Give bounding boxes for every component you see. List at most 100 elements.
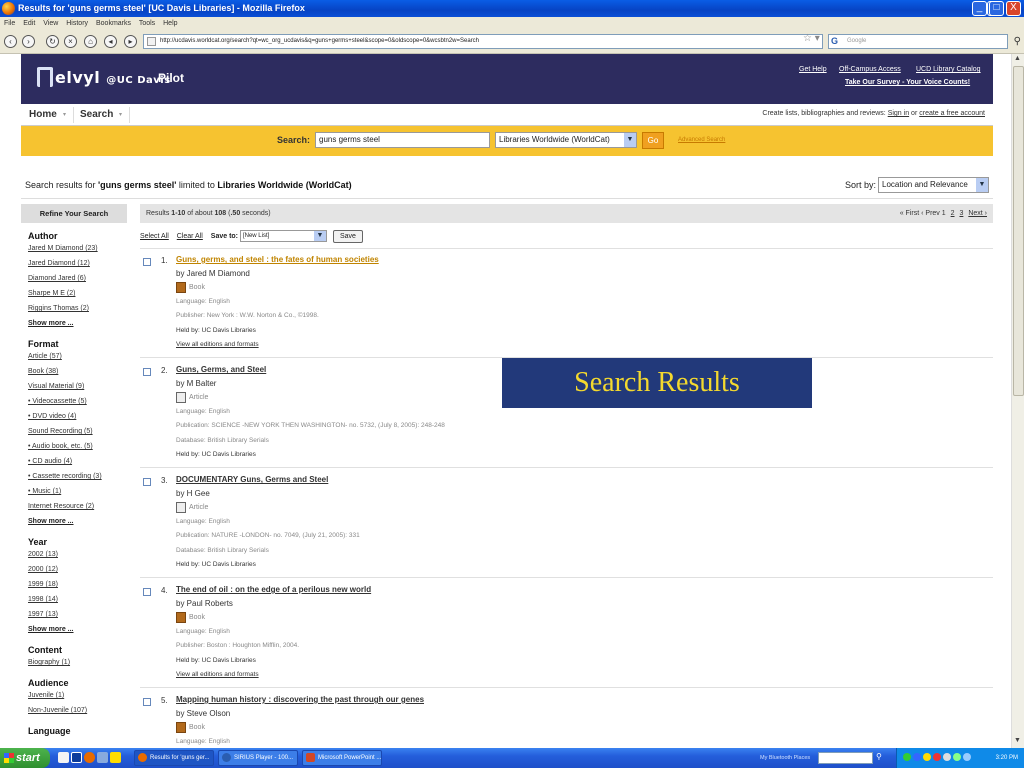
show-more-link[interactable]: Show more ... xyxy=(28,320,74,327)
result-title-link[interactable]: Guns, Germs, and Steel xyxy=(176,365,266,374)
pager-prev[interactable]: ‹ Prev xyxy=(921,210,940,217)
back-icon[interactable]: ‹ xyxy=(4,35,17,48)
result-checkbox[interactable] xyxy=(143,588,151,596)
search-input[interactable]: guns germs steel xyxy=(315,132,490,148)
pager-page-3[interactable]: 3 xyxy=(959,210,963,217)
facet-item[interactable]: 1997 (13) xyxy=(28,611,58,618)
show-more-link[interactable]: Show more ... xyxy=(28,518,74,525)
result-title-link[interactable]: Mapping human history : discovering the … xyxy=(176,695,424,704)
result-title-link[interactable]: Guns, germs, and steel : the fates of hu… xyxy=(176,255,379,264)
maximize-button[interactable]: □ xyxy=(989,1,1004,16)
menu-file[interactable]: File xyxy=(4,20,15,27)
off-campus-access-link[interactable]: Off-Campus Access xyxy=(839,66,901,73)
facet-item[interactable]: • DVD video (4) xyxy=(28,413,76,420)
facet-item[interactable]: 2000 (12) xyxy=(28,566,58,573)
menu-edit[interactable]: Edit xyxy=(23,20,35,27)
result-checkbox[interactable] xyxy=(143,258,151,266)
search-magnifier-icon[interactable]: ⚲ xyxy=(1014,35,1021,48)
get-help-link[interactable]: Get Help xyxy=(799,66,827,73)
reload-icon[interactable]: ↻ xyxy=(46,35,59,48)
clear-all-link[interactable]: Clear All xyxy=(177,233,203,240)
facet-item[interactable]: Sound Recording (5) xyxy=(28,428,93,435)
save-list-select[interactable]: [New List] ▼ xyxy=(239,230,327,243)
web-search-box[interactable]: G Google ⚲ xyxy=(828,34,1021,49)
menu-view[interactable]: View xyxy=(43,20,58,27)
facet-item[interactable]: Jared M Diamond (23) xyxy=(28,245,98,252)
facet-item[interactable]: Non-Juvenile (107) xyxy=(28,707,87,714)
result-checkbox[interactable] xyxy=(143,478,151,486)
facet-item[interactable]: Internet Resource (2) xyxy=(28,503,94,510)
app-icon[interactable] xyxy=(110,752,121,763)
taskbar-sirius-window[interactable]: SIRIUS Player - 100... xyxy=(218,750,298,766)
pager-next[interactable]: Next › xyxy=(968,210,987,217)
home-icon[interactable]: ⌂ xyxy=(84,35,97,48)
tray-icon[interactable] xyxy=(953,753,961,761)
history-forward-icon[interactable]: ▸ xyxy=(124,35,137,48)
select-all-link[interactable]: Select All xyxy=(140,233,169,240)
chevron-down-icon[interactable]: ▾ xyxy=(119,111,122,118)
scroll-down-icon[interactable]: ▼ xyxy=(1014,737,1021,744)
view-all-editions-link[interactable]: View all editions and formats xyxy=(176,671,259,678)
pager-page-2[interactable]: 2 xyxy=(951,210,955,217)
scope-select[interactable]: Libraries Worldwide (WorldCat) ▼ xyxy=(495,132,637,148)
facet-item[interactable]: 1998 (14) xyxy=(28,596,58,603)
tray-icon[interactable] xyxy=(943,753,951,761)
facet-item[interactable]: Visual Material (9) xyxy=(28,383,84,390)
start-button[interactable]: start xyxy=(0,748,50,768)
taskbar-search-box[interactable] xyxy=(818,752,873,764)
facet-item[interactable]: Diamond Jared (6) xyxy=(28,275,86,282)
tab-search[interactable]: Search xyxy=(80,109,113,120)
close-button[interactable]: X xyxy=(1006,1,1021,16)
survey-link[interactable]: Take Our Survey - Your Voice Counts! xyxy=(845,79,970,86)
scroll-up-icon[interactable]: ▲ xyxy=(1014,55,1021,62)
save-button[interactable]: Save xyxy=(332,230,363,243)
minimize-button-2[interactable]: _ xyxy=(972,1,987,16)
sort-select[interactable]: Location and Relevance ▼ xyxy=(878,177,989,193)
facet-item[interactable]: 2002 (13) xyxy=(28,551,58,558)
view-all-editions-link[interactable]: View all editions and formats xyxy=(176,341,259,348)
page-scrollbar[interactable]: ▲ ▼ xyxy=(1011,54,1024,748)
menu-history[interactable]: History xyxy=(66,20,88,27)
result-title-link[interactable]: The end of oil : on the edge of a perilo… xyxy=(176,585,371,594)
facet-item[interactable]: • Music (1) xyxy=(28,488,61,495)
history-back-icon[interactable]: ◂ xyxy=(104,35,117,48)
chevron-down-icon[interactable]: ▼ xyxy=(624,133,636,147)
facet-item[interactable]: • Videocassette (5) xyxy=(28,398,87,405)
facet-item[interactable]: • Audio book, etc. (5) xyxy=(28,443,93,450)
forward-icon[interactable]: › xyxy=(22,35,35,48)
tray-icon[interactable] xyxy=(923,753,931,761)
go-button[interactable]: Go xyxy=(642,132,664,149)
chevron-down-icon[interactable]: ▼ xyxy=(313,231,326,242)
facet-item[interactable]: Sharpe M E (2) xyxy=(28,290,75,297)
facet-item[interactable]: • CD audio (4) xyxy=(28,458,72,465)
ucd-library-catalog-link[interactable]: UCD Library Catalog xyxy=(916,66,981,73)
facet-item[interactable]: 1999 (18) xyxy=(28,581,58,588)
result-checkbox[interactable] xyxy=(143,698,151,706)
tab-home[interactable]: Home xyxy=(29,109,57,120)
stop-icon[interactable]: × xyxy=(64,35,77,48)
pager-first[interactable]: « First xyxy=(900,210,919,217)
create-account-link[interactable]: create a free account xyxy=(919,110,985,117)
result-checkbox[interactable] xyxy=(143,368,151,376)
facet-item[interactable]: Jared Diamond (12) xyxy=(28,260,90,267)
scrollbar-thumb[interactable] xyxy=(1013,66,1024,396)
menu-help[interactable]: Help xyxy=(163,20,177,27)
sign-in-link[interactable]: Sign in xyxy=(888,110,909,117)
menu-tools[interactable]: Tools xyxy=(139,20,155,27)
facet-item[interactable]: • Cassette recording (3) xyxy=(28,473,102,480)
chevron-down-icon[interactable]: ▾ xyxy=(63,111,66,118)
desktop-icon[interactable] xyxy=(58,752,69,763)
magnifier-icon[interactable]: ⚲ xyxy=(876,752,882,761)
menu-bookmarks[interactable]: Bookmarks xyxy=(96,20,131,27)
facet-item[interactable]: Juvenile (1) xyxy=(28,692,64,699)
show-more-link[interactable]: Show more ... xyxy=(28,626,74,633)
facet-item[interactable]: Biography (1) xyxy=(28,659,70,666)
chevron-down-icon[interactable]: ▼ xyxy=(976,178,988,192)
bluetooth-places-label[interactable]: My Bluetooth Places xyxy=(760,748,810,768)
outlook-icon[interactable] xyxy=(71,752,82,763)
melvyl-logo[interactable]: elvyl @UC Davis xyxy=(37,67,171,87)
facet-item[interactable]: Article (57) xyxy=(28,353,62,360)
firefox-quicklaunch-icon[interactable] xyxy=(84,752,95,763)
taskbar-powerpoint-window[interactable]: Microsoft PowerPoint ... xyxy=(302,750,382,766)
bookmark-star-icon[interactable]: ☆ ▾ xyxy=(803,33,820,44)
